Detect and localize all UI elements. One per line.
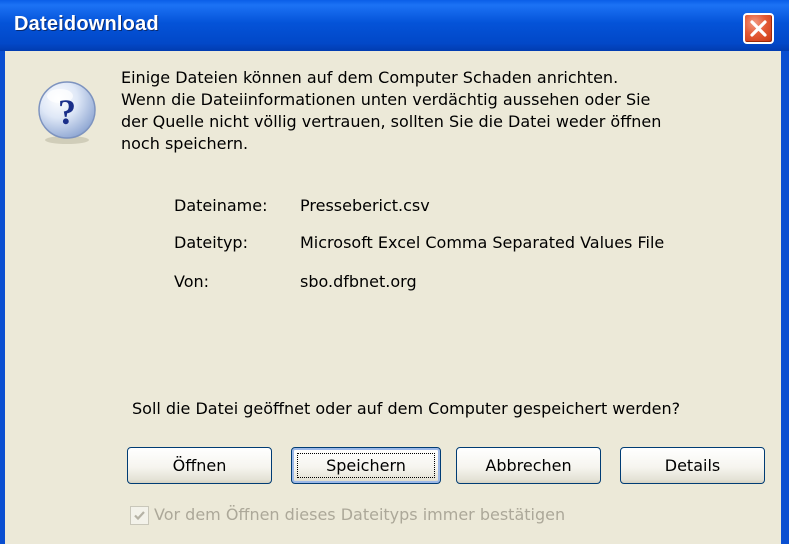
close-icon (750, 20, 767, 37)
save-button-label: Speichern (326, 456, 406, 475)
window-title: Dateidownload (14, 13, 159, 35)
details-button[interactable]: Details (620, 447, 765, 484)
warning-message: Einige Dateien können auf dem Computer S… (121, 67, 771, 155)
download-question: Soll die Datei geöffnet oder auf dem Com… (132, 399, 681, 418)
close-button[interactable] (743, 13, 774, 44)
question-icon: ? (38, 81, 96, 144)
file-source-value: sbo.dfbnet.org (300, 272, 417, 291)
cancel-button-label: Abbrechen (485, 456, 572, 475)
warning-line: Einige Dateien können auf dem Computer S… (121, 68, 619, 87)
open-button[interactable]: Öffnen (127, 447, 272, 484)
always-confirm-checkbox[interactable] (130, 506, 149, 525)
window-frame-right (781, 51, 789, 544)
always-confirm-label[interactable]: Vor dem Öffnen dieses Dateityps immer be… (154, 504, 565, 526)
checkmark-icon (134, 511, 145, 521)
save-button[interactable]: Speichern (291, 447, 441, 484)
warning-line: Wenn die Dateiinformationen unten verdäc… (121, 90, 651, 109)
file-name-value: Presseberict.csv (300, 196, 430, 215)
file-type-label: Dateityp: (174, 233, 248, 252)
details-button-label: Details (664, 456, 721, 475)
file-download-dialog: Dateidownload ? Einige Dateien können au… (0, 0, 789, 544)
file-name-label: Dateiname: (174, 196, 268, 215)
warning-line: noch speichern. (121, 134, 249, 153)
svg-text:?: ? (58, 92, 76, 132)
file-source-label: Von: (174, 272, 210, 291)
warning-line: der Quelle nicht völlig vertrauen, sollt… (121, 112, 662, 131)
title-bar[interactable]: Dateidownload (0, 0, 789, 51)
file-type-value: Microsoft Excel Comma Separated Values F… (300, 233, 665, 252)
cancel-button[interactable]: Abbrechen (456, 447, 601, 484)
open-button-label: Öffnen (172, 456, 227, 475)
window-frame-left (0, 51, 5, 544)
